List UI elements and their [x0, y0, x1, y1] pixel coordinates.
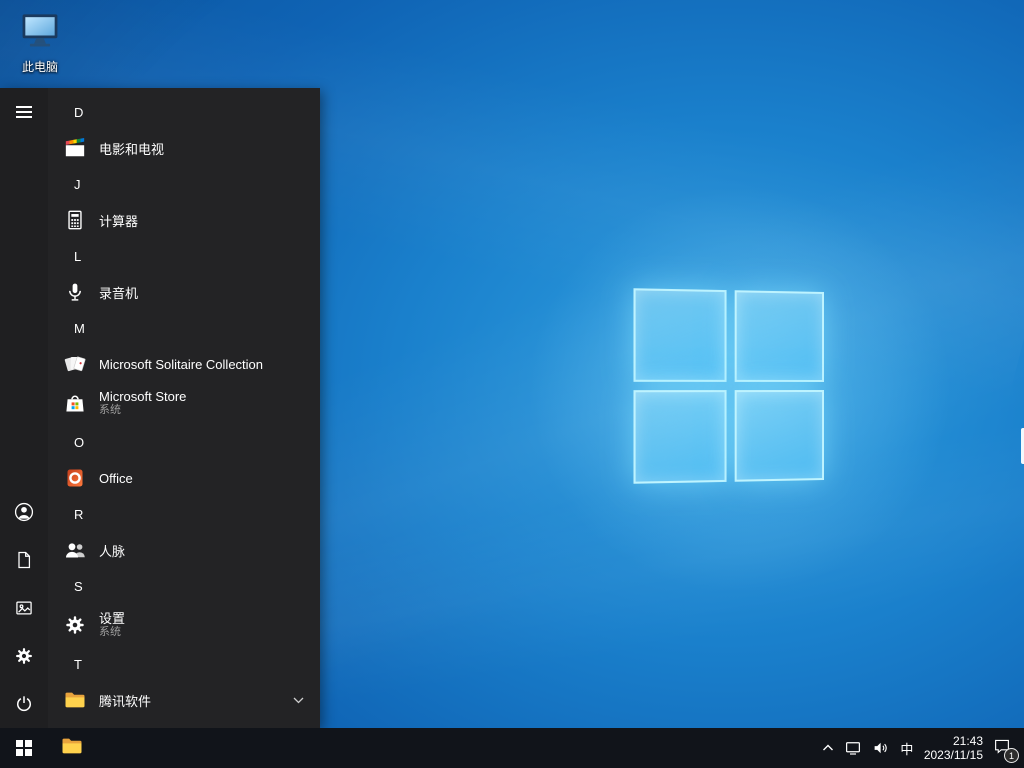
section-header-w[interactable]: W [48, 718, 320, 728]
desktop-icon-this-pc[interactable]: 此电脑 [4, 8, 76, 75]
network-icon[interactable] [839, 728, 867, 768]
microsoft-store-icon [60, 388, 90, 418]
start-menu-app-list: D 电影和电视 J 计算器 L 录音机 M Microsoft Solitair… [48, 88, 320, 728]
app-item-people[interactable]: 人脉 [48, 532, 320, 568]
app-item-microsoft-store[interactable]: Microsoft Store 系统 [48, 382, 320, 424]
app-item-movies-tv[interactable]: 电影和电视 [48, 130, 320, 166]
app-label: 腾讯软件 [99, 693, 152, 709]
app-label: 计算器 [99, 213, 139, 229]
clock-time: 21:43 [952, 734, 983, 748]
movies-tv-icon [60, 133, 90, 163]
calculator-icon [60, 205, 90, 235]
windows-logo-icon [16, 740, 32, 756]
logo-pane [633, 390, 727, 484]
app-item-solitaire[interactable]: Microsoft Solitaire Collection [48, 346, 320, 382]
app-label: 人脉 [99, 543, 126, 559]
app-item-voice-recorder[interactable]: 录音机 [48, 274, 320, 310]
office-icon [60, 463, 90, 493]
solitaire-icon [60, 349, 90, 379]
section-header-r[interactable]: R [48, 496, 320, 532]
app-item-office[interactable]: Office [48, 460, 320, 496]
file-explorer-icon [60, 734, 84, 763]
section-header-o[interactable]: O [48, 424, 320, 460]
app-item-calculator[interactable]: 计算器 [48, 202, 320, 238]
app-sublabel: 系统 [99, 404, 121, 416]
tray-chevron-up-icon[interactable] [817, 728, 839, 768]
app-item-tencent-folder[interactable]: 腾讯软件 [48, 682, 320, 718]
windows-wallpaper-logo [633, 288, 824, 484]
taskbar-clock[interactable]: 21:43 2023/11/15 [919, 728, 988, 768]
section-header-l[interactable]: L [48, 238, 320, 274]
user-account-icon[interactable] [0, 488, 48, 536]
people-icon [60, 535, 90, 565]
start-menu: D 电影和电视 J 计算器 L 录音机 M Microsoft Solitair… [0, 88, 320, 728]
volume-icon[interactable] [867, 728, 895, 768]
voice-recorder-icon [60, 277, 90, 307]
pictures-icon[interactable] [0, 584, 48, 632]
logo-pane [633, 288, 727, 382]
app-label: Microsoft Solitaire Collection [99, 356, 264, 372]
ime-language-indicator[interactable]: 中 [895, 728, 919, 768]
logo-pane [734, 290, 824, 382]
app-item-settings[interactable]: 设置 系统 [48, 604, 320, 646]
app-label: 录音机 [99, 285, 139, 301]
app-sublabel: 系统 [99, 626, 121, 638]
app-label: 设置 [99, 611, 126, 626]
start-button[interactable] [0, 728, 48, 768]
action-center-button[interactable]: 1 [988, 728, 1019, 768]
settings-gear-icon [60, 610, 90, 640]
hamburger-menu-icon[interactable] [0, 88, 48, 136]
section-header-s[interactable]: S [48, 568, 320, 604]
clock-date: 2023/11/15 [923, 748, 983, 762]
start-menu-rail [0, 88, 48, 728]
this-pc-icon [18, 8, 62, 57]
section-header-t[interactable]: T [48, 646, 320, 682]
section-header-j[interactable]: J [48, 166, 320, 202]
file-explorer-button[interactable] [48, 728, 96, 768]
notification-badge: 1 [1004, 748, 1019, 763]
app-label: 电影和电视 [99, 141, 165, 157]
power-icon[interactable] [0, 680, 48, 728]
desktop: 此电脑 D 电影和电视 J 计算器 L 录音机 M Microsoft Soli… [0, 0, 1024, 768]
folder-icon [60, 685, 90, 715]
chevron-down-icon[interactable] [293, 697, 304, 704]
section-header-m[interactable]: M [48, 310, 320, 346]
system-tray: 中 21:43 2023/11/15 1 [817, 728, 1024, 768]
app-label: Microsoft Store [99, 389, 187, 404]
section-header-d[interactable]: D [48, 94, 320, 130]
desktop-icon-label: 此电脑 [21, 60, 58, 74]
taskbar: 中 21:43 2023/11/15 1 [0, 728, 1024, 768]
documents-icon[interactable] [0, 536, 48, 584]
settings-gear-icon[interactable] [0, 632, 48, 680]
app-label: Office [99, 470, 133, 486]
logo-pane [734, 390, 824, 482]
